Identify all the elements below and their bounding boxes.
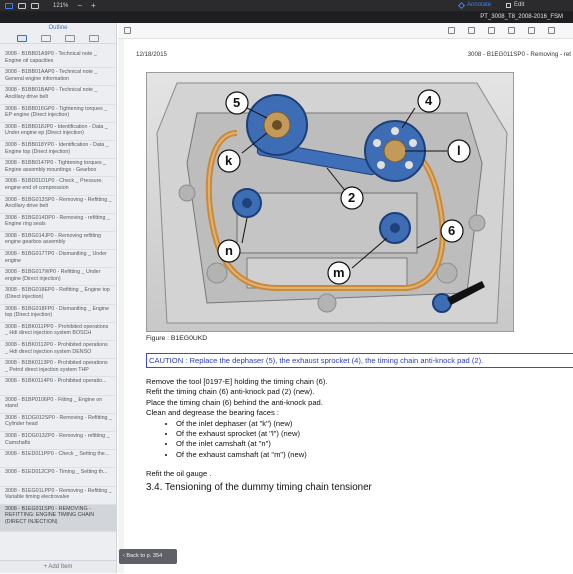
inlet-dephaser — [246, 94, 308, 156]
instruction-line: Remove the tool [0197-E] holding the tim… — [146, 377, 328, 386]
shape-icon[interactable] — [508, 27, 515, 34]
outline-item[interactable]: 3008 - B1EG011SP0 - REMOVING - REFITTING… — [0, 504, 116, 532]
note-icon[interactable] — [528, 27, 535, 34]
outline-item[interactable]: 3008 - B1BP0106P0 - Fitting _ Engine on … — [0, 396, 116, 414]
list-item: Of the exhaust camshaft (at "m") (new) — [176, 450, 328, 460]
outline-item[interactable]: 3008 - B1BB0147P0 - Tightening torques _… — [0, 159, 116, 178]
callout-4: 4 — [425, 93, 433, 108]
zoom-level[interactable]: 121% — [53, 3, 68, 9]
outline-item[interactable]: 3008 - B1BB018JP0 - Identification - Dat… — [0, 123, 116, 141]
list-item: Of the exhaust sprocket (at "l") (new) — [176, 429, 328, 439]
outline-item[interactable]: 3008 - B1DG012SP0 - Removing - Refitting… — [0, 414, 116, 432]
page-date: 12/18/2015 — [136, 51, 167, 58]
callout-l: l — [457, 143, 461, 158]
section-heading: 3.4. Tensioning of the dummy timing chai… — [146, 482, 372, 493]
pdf-page: 12/18/2015 3008 - B1EG011SP0 - Removing … — [124, 39, 573, 573]
engine-timing-figure: 5 4 k 2 l 6 n m — [146, 72, 514, 332]
callout-6: 6 — [448, 223, 456, 238]
highlight-icon[interactable] — [468, 27, 475, 34]
outline-item[interactable]: 3008 - B1BG014JP0 - Removing refitting e… — [0, 232, 116, 251]
callout-5: 5 — [233, 95, 241, 110]
annotate-tab[interactable]: Annotate — [467, 0, 491, 11]
zoom-out-icon[interactable]: − — [77, 0, 82, 11]
outline-item[interactable]: 3008 - B1BD01D1P0 - Check _ Pressure, en… — [0, 177, 116, 196]
edit-icon[interactable] — [506, 3, 511, 8]
engine-illustration — [147, 73, 513, 331]
back-button-label: Back to p. 354 — [126, 553, 163, 559]
outline-item[interactable]: 3008 - B1BG018EP0 - Refitting _ Engine t… — [0, 286, 116, 305]
outline-item[interactable]: 3008 - B1BB01BAP0 - Technical note _ Anc… — [0, 86, 116, 105]
outline-list: 3008 - B1BB01A9P0 - Technical note _ Eng… — [0, 50, 116, 558]
select-icon[interactable] — [124, 27, 131, 34]
bookmarks-tab-icon[interactable] — [65, 34, 75, 42]
callout-k: k — [225, 153, 233, 168]
sidebar-tabs — [0, 33, 116, 44]
outline-item[interactable]: 3008 - B1DG013ZP0 - Removing - refitting… — [0, 432, 116, 451]
app-toolbar: 121% − + Annotate Edit — [0, 0, 573, 11]
outline-item[interactable]: 3008 - B1BG017TP0 - Dismantling _ Under … — [0, 250, 116, 269]
outline-item[interactable]: 3008 - B1BB016GP0 - Tightening torques _… — [0, 105, 116, 123]
add-item-button[interactable]: + Add Item — [0, 560, 116, 573]
outline-item[interactable]: 3008 - B1EG01LPP0 - Removing - Refitting… — [0, 487, 116, 505]
outline-item[interactable]: 3008 - B1BB01AAP0 - Technical note _ Gen… — [0, 68, 116, 87]
outline-item[interactable]: 3008 - B1BG014DP0 - Removing - refitting… — [0, 214, 116, 232]
outline-item[interactable]: 3008 - B1ED011PP0 - Check _ Setting the.… — [0, 450, 116, 469]
figure-caption: Figure : B1EG0UKD — [146, 335, 208, 342]
list-item: Of the inlet camshaft (at "n") — [176, 439, 328, 449]
outline-item[interactable]: 3008 - B1BK0114P0 - Prohibited operatio.… — [0, 377, 116, 396]
outline-item[interactable]: 3008 - B1BG017WP0 - Refitting _ Under en… — [0, 268, 116, 287]
zoom-in-icon[interactable]: + — [91, 0, 96, 11]
grid-view-icon[interactable] — [18, 2, 26, 9]
annotation-toolstrip — [118, 23, 573, 39]
instruction-line: Refit the timing chain (6) anti-knock pa… — [146, 387, 315, 397]
annotations-tab-icon[interactable] — [89, 34, 99, 42]
outline-item[interactable]: 3008 - B1BK011PP0 - Prohibited operation… — [0, 323, 116, 341]
instruction-line: Place the timing chain (6) behind the an… — [146, 397, 323, 407]
document-filename: PT_3008_T8_2008-2016_FSM — [480, 14, 563, 20]
caution-box: CAUTION : Replace the dephaser (5), the … — [146, 353, 573, 368]
thumbnails-tab-icon[interactable] — [41, 34, 51, 42]
outline-item[interactable]: 3008 - B1BG018FP0 - Dismantling _ Engine… — [0, 305, 116, 323]
refit-line: Refit the oil gauge . — [146, 469, 212, 478]
outline-sidebar: Outline 3008 - B1BB01A9P0 - Technical no… — [0, 23, 117, 573]
annotate-icon[interactable] — [457, 1, 466, 10]
pen-icon[interactable] — [448, 27, 455, 34]
instruction-line: Clean and degrease the bearing faces : — [146, 408, 279, 418]
callout-2: 2 — [348, 190, 356, 205]
stamp-icon[interactable] — [548, 27, 555, 34]
edit-tab[interactable]: Edit — [514, 0, 524, 11]
outline-item[interactable]: 3008 - B1ED012CP0 - Timing _ Setting th.… — [0, 468, 116, 487]
instructions: Remove the tool [0197-E] holding the tim… — [146, 377, 328, 460]
document-titlebar: PT_3008_T8_2008-2016_FSM — [0, 11, 573, 23]
bearing-face-list: Of the inlet dephaser (at "k") (new) Of … — [176, 419, 328, 461]
text-icon[interactable] — [488, 27, 495, 34]
outline-item[interactable]: 3008 - B1BG013SP0 - Removing - Refitting… — [0, 196, 116, 214]
outline-title[interactable]: Outline — [0, 23, 116, 33]
back-to-page-button[interactable]: ‹ Back to p. 354 — [119, 549, 177, 564]
callout-m: m — [333, 265, 345, 280]
outline-tab-icon[interactable] — [17, 34, 27, 42]
page-header: 3008 - B1EG011SP0 - Removing - ret — [467, 51, 571, 58]
list-item: Of the inlet dephaser (at "k") (new) — [176, 419, 328, 429]
outline-item[interactable]: 3008 - B1BB018YP0 - Identification - Dat… — [0, 141, 116, 160]
outline-item[interactable]: 3008 - B1BK0113P0 - Prohibited operation… — [0, 359, 116, 378]
callout-n: n — [225, 243, 233, 258]
sidebar-toggle-icon[interactable] — [5, 2, 13, 9]
thumbnail-icon[interactable] — [31, 2, 39, 9]
outline-item[interactable]: 3008 - B1BK0112P0 - Prohibited operation… — [0, 341, 116, 360]
outline-item[interactable]: 3008 - B1BB01A9P0 - Technical note _ Eng… — [0, 50, 116, 69]
